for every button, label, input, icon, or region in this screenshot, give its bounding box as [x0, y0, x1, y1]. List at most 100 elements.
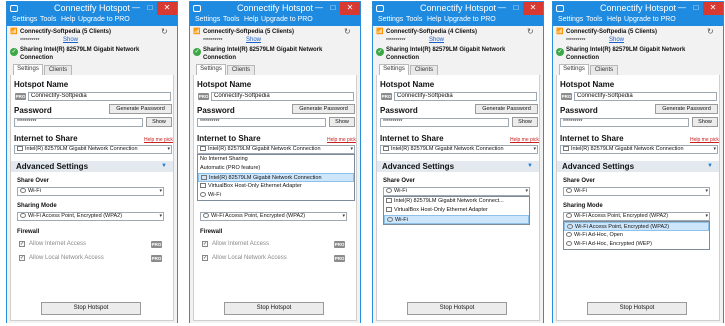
show-password-link[interactable]: Show — [609, 36, 624, 44]
menu-tools[interactable]: Tools — [586, 16, 602, 23]
hotspot-name-input[interactable]: Connectify-Softpedia — [211, 92, 354, 101]
tab-settings[interactable]: Settings — [13, 64, 43, 75]
show-button[interactable]: Show — [512, 117, 538, 127]
maximize-button[interactable]: □ — [689, 2, 703, 15]
tab-settings[interactable]: Settings — [196, 64, 226, 75]
password-input[interactable]: ********** — [560, 118, 689, 127]
help-me-pick-link[interactable]: Help me pick — [510, 136, 539, 144]
show-password-link[interactable]: Show — [63, 36, 78, 44]
stop-hotspot-button[interactable]: Stop Hotspot — [41, 302, 141, 315]
refresh-icon[interactable]: ↻ — [707, 27, 714, 36]
allow-internet-checkbox[interactable]: ✓ — [202, 241, 208, 247]
stop-hotspot-button[interactable]: Stop Hotspot — [407, 302, 507, 315]
stop-hotspot-button[interactable]: Stop Hotspot — [587, 302, 687, 315]
internet-share-dropdown[interactable]: Intel(R) 82579LM Gigabit Network Connect… — [197, 145, 355, 154]
tab-settings[interactable]: Settings — [559, 64, 589, 75]
dropdown-option-selected[interactable]: Intel(R) 82579LM Gigabit Network Connect… — [198, 173, 354, 182]
menu-settings[interactable]: Settings — [558, 16, 583, 23]
hotspot-name-input[interactable]: Connectify-Softpedia — [574, 92, 717, 101]
internet-share-dropdown[interactable]: Intel(R) 82579LM Gigabit Network Connect… — [14, 145, 172, 154]
menu-help[interactable]: Help — [607, 16, 621, 23]
title-bar[interactable]: Connectify Hotspot — □ ✕ — [553, 2, 723, 15]
dropdown-option[interactable]: Wi-Fi Ad-Hoc, Encrypted (WEP) — [564, 240, 709, 249]
dropdown-option-selected[interactable]: Wi-Fi Access Point, Encrypted (WPA2) — [564, 222, 709, 231]
show-password-link[interactable]: Show — [429, 36, 444, 44]
title-bar[interactable]: Connectify Hotspot — □ ✕ — [7, 2, 177, 15]
refresh-icon[interactable]: ↻ — [161, 27, 168, 36]
sharing-mode-dropdown[interactable]: Wi-Fi Access Point, Encrypted (WPA2) ▾ — [563, 212, 710, 221]
password-input[interactable]: ********** — [197, 118, 326, 127]
generate-password-button[interactable]: Generate Password — [475, 104, 538, 114]
minimize-button[interactable]: — — [129, 2, 143, 15]
dropdown-option[interactable]: VirtualBox Host-Only Ethernet Adapter — [384, 206, 529, 215]
menu-settings[interactable]: Settings — [195, 16, 220, 23]
menu-help[interactable]: Help — [61, 16, 75, 23]
menu-upgrade[interactable]: Upgrade to PRO — [78, 16, 130, 23]
help-me-pick-link[interactable]: Help me pick — [144, 136, 173, 144]
hotspot-name-input[interactable]: Connectify-Softpedia — [394, 92, 537, 101]
menu-tools[interactable]: Tools — [406, 16, 422, 23]
collapse-icon[interactable]: ▼ — [161, 163, 167, 169]
dropdown-option-selected[interactable]: Wi-Fi — [384, 215, 529, 224]
menu-upgrade[interactable]: Upgrade to PRO — [261, 16, 313, 23]
menu-tools[interactable]: Tools — [223, 16, 239, 23]
dropdown-option[interactable]: Wi-Fi Ad-Hoc, Open — [564, 231, 709, 240]
hotspot-name-input[interactable]: Connectify-Softpedia — [28, 92, 171, 101]
allow-internet-checkbox[interactable]: ✓ — [19, 241, 25, 247]
internet-share-dropdown[interactable]: Intel(R) 82579LM Gigabit Network Connect… — [380, 145, 538, 154]
refresh-icon[interactable]: ↻ — [527, 27, 534, 36]
show-button[interactable]: Show — [146, 117, 172, 127]
menu-settings[interactable]: Settings — [12, 16, 37, 23]
menu-tools[interactable]: Tools — [40, 16, 56, 23]
close-button[interactable]: ✕ — [157, 2, 177, 15]
tab-clients[interactable]: Clients — [44, 65, 72, 75]
minimize-button[interactable]: — — [312, 2, 326, 15]
sharing-mode-dropdown[interactable]: Wi-Fi Access Point, Encrypted (WPA2) ▾ — [200, 212, 347, 221]
menu-help[interactable]: Help — [427, 16, 441, 23]
help-me-pick-link[interactable]: Help me pick — [690, 136, 719, 144]
close-button[interactable]: ✕ — [523, 2, 543, 15]
collapse-icon[interactable]: ▼ — [527, 163, 533, 169]
tab-settings[interactable]: Settings — [379, 64, 409, 75]
title-bar[interactable]: Connectify Hotspot — □ ✕ — [190, 2, 360, 15]
close-button[interactable]: ✕ — [703, 2, 723, 15]
collapse-icon[interactable]: ▼ — [707, 163, 713, 169]
menu-help[interactable]: Help — [244, 16, 258, 23]
dropdown-option[interactable]: Intel(R) 82579LM Gigabit Network Connect… — [384, 197, 529, 206]
close-button[interactable]: ✕ — [340, 2, 360, 15]
dropdown-option[interactable]: VirtualBox Host-Only Ethernet Adapter — [198, 182, 354, 191]
maximize-button[interactable]: □ — [143, 2, 157, 15]
allow-local-checkbox[interactable]: ✓ — [202, 255, 208, 261]
help-me-pick-link[interactable]: Help me pick — [327, 136, 356, 144]
menu-settings[interactable]: Settings — [378, 16, 403, 23]
sharing-mode-dropdown[interactable]: Wi-Fi Access Point, Encrypted (WPA2) ▾ — [17, 212, 164, 221]
dropdown-option[interactable]: Wi-Fi — [198, 191, 354, 200]
generate-password-button[interactable]: Generate Password — [292, 104, 355, 114]
stop-hotspot-button[interactable]: Stop Hotspot — [224, 302, 324, 315]
maximize-button[interactable]: □ — [326, 2, 340, 15]
tab-clients[interactable]: Clients — [227, 65, 255, 75]
menu-upgrade[interactable]: Upgrade to PRO — [624, 16, 676, 23]
minimize-button[interactable]: — — [495, 2, 509, 15]
password-input[interactable]: ********** — [14, 118, 143, 127]
dropdown-option[interactable]: Automatic (PRO feature) — [198, 164, 354, 173]
internet-share-dropdown[interactable]: Intel(R) 82579LM Gigabit Network Connect… — [560, 145, 718, 154]
tab-clients[interactable]: Clients — [590, 65, 618, 75]
tab-clients[interactable]: Clients — [410, 65, 438, 75]
show-button[interactable]: Show — [329, 117, 355, 127]
minimize-button[interactable]: — — [675, 2, 689, 15]
refresh-icon[interactable]: ↻ — [344, 27, 351, 36]
maximize-button[interactable]: □ — [509, 2, 523, 15]
show-button[interactable]: Show — [692, 117, 718, 127]
title-bar[interactable]: Connectify Hotspot — □ ✕ — [373, 2, 543, 15]
generate-password-button[interactable]: Generate Password — [109, 104, 172, 114]
dropdown-option[interactable]: No Internet Sharing — [198, 155, 354, 164]
password-input[interactable]: ********** — [380, 118, 509, 127]
share-over-dropdown[interactable]: Wi-Fi ▾ — [563, 187, 710, 196]
show-password-link[interactable]: Show — [246, 36, 261, 44]
allow-local-checkbox[interactable]: ✓ — [19, 255, 25, 261]
menu-upgrade[interactable]: Upgrade to PRO — [444, 16, 496, 23]
share-over-dropdown[interactable]: Wi-Fi ▾ — [383, 187, 530, 196]
share-over-dropdown[interactable]: Wi-Fi ▾ — [17, 187, 164, 196]
generate-password-button[interactable]: Generate Password — [655, 104, 718, 114]
